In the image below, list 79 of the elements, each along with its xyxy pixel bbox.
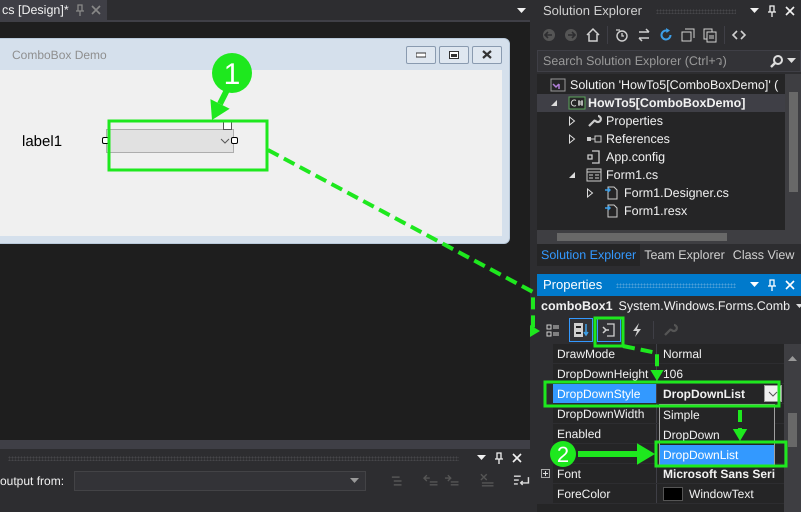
step-number-badge: 2: [550, 441, 576, 467]
collapsed-arrow-icon[interactable]: [586, 188, 594, 198]
step-number-badge: 1: [212, 53, 252, 93]
clock-icon[interactable]: [614, 27, 630, 43]
list-option[interactable]: Simple: [660, 405, 774, 425]
sort-button[interactable]: [569, 318, 593, 342]
minimize-button[interactable]: [406, 46, 436, 64]
tree-item[interactable]: References: [606, 130, 670, 148]
documents-icon[interactable]: [702, 27, 718, 43]
solution-icon: [550, 78, 566, 92]
wrench-icon: [586, 113, 602, 129]
panel-title: Properties: [543, 276, 602, 294]
vertical-scrollbar[interactable]: [784, 344, 801, 512]
collapse-all-icon[interactable]: [680, 27, 696, 43]
dashed-arrow: [732, 410, 748, 441]
home-icon[interactable]: [585, 27, 601, 43]
property-value[interactable]: Microsoft Sans Seri: [663, 464, 776, 482]
property-name[interactable]: DrawMode: [553, 344, 657, 363]
search-field[interactable]: Search Solution Explorer (Ctrl+ว): [537, 50, 801, 72]
sort-icon: [573, 322, 589, 338]
close-icon: [482, 50, 492, 59]
dropdown-caret-icon[interactable]: [517, 8, 526, 14]
property-value[interactable]: WindowText: [689, 484, 754, 502]
config-file-icon: [586, 149, 602, 165]
chevron-down-icon: [768, 390, 778, 396]
property-page-button[interactable]: [597, 318, 621, 342]
chevron-down-icon: [220, 138, 230, 144]
file-icon: [604, 185, 620, 201]
horizontal-scrollbar[interactable]: [537, 230, 801, 244]
references-icon: [586, 134, 602, 144]
wrench-icon: [662, 322, 678, 338]
property-page-icon: [601, 322, 617, 338]
maximize-icon: [449, 50, 459, 58]
expand-box-icon[interactable]: [540, 469, 550, 478]
property-name[interactable]: DropDownWidth: [553, 404, 657, 423]
search-icon: [770, 54, 784, 68]
scroll-thumb[interactable]: [557, 233, 727, 241]
refresh-icon[interactable]: [658, 27, 674, 43]
form-icon: [586, 168, 602, 182]
tree-item[interactable]: Solution 'HowTo5[ComboBoxDemo]' (: [570, 76, 778, 94]
window-title: ComboBox Demo: [12, 46, 107, 64]
collapsed-arrow-icon[interactable]: [568, 116, 576, 126]
property-value[interactable]: 106: [663, 364, 684, 382]
property-name[interactable]: ForeColor: [553, 484, 657, 503]
property-value[interactable]: Normal: [663, 344, 702, 362]
close-button[interactable]: [472, 46, 502, 64]
highlight-frame: [594, 316, 624, 348]
collapsed-arrow-icon[interactable]: [568, 134, 576, 144]
panel-tab[interactable]: Solution Explorer: [537, 244, 640, 266]
scroll-thumb[interactable]: [789, 92, 798, 192]
panel-tab[interactable]: Class View: [728, 244, 798, 266]
vertical-scrollbar[interactable]: [785, 74, 801, 230]
tree-item[interactable]: Form1.cs: [606, 166, 658, 184]
dropdown-caret-icon[interactable]: [477, 455, 486, 461]
form-label: label1: [22, 132, 62, 152]
property-value[interactable]: DropDownList: [663, 384, 745, 402]
tree-item[interactable]: Form1.resx: [624, 202, 688, 220]
panel-title: Solution Explorer: [543, 2, 642, 20]
resize-handle[interactable]: [231, 137, 238, 144]
project-icon: [568, 96, 586, 110]
sync-icon[interactable]: [636, 27, 652, 43]
dropdown-caret-icon[interactable]: [787, 58, 796, 64]
scroll-thumb[interactable]: [788, 413, 797, 447]
output-source-label: output from:: [0, 473, 64, 490]
dropdown-caret-icon: [350, 478, 359, 484]
categorized-icon: [545, 322, 561, 338]
expanded-arrow-icon[interactable]: [568, 171, 576, 179]
tree-item[interactable]: App.config: [606, 148, 666, 166]
expanded-arrow-icon[interactable]: [550, 99, 558, 107]
tree-item[interactable]: Properties: [606, 112, 663, 130]
scroll-up-icon: [788, 356, 797, 362]
dropdown-caret-icon: [796, 304, 801, 309]
file-icon: [604, 203, 620, 219]
minimize-icon: [416, 52, 426, 58]
dropdown-caret-icon[interactable]: [750, 8, 759, 14]
list-option[interactable]: DropDown: [660, 425, 774, 445]
tree-item[interactable]: Form1.Designer.cs: [624, 184, 729, 202]
maximize-button[interactable]: [439, 46, 469, 64]
panel-tab[interactable]: Team Explorer: [640, 244, 729, 266]
